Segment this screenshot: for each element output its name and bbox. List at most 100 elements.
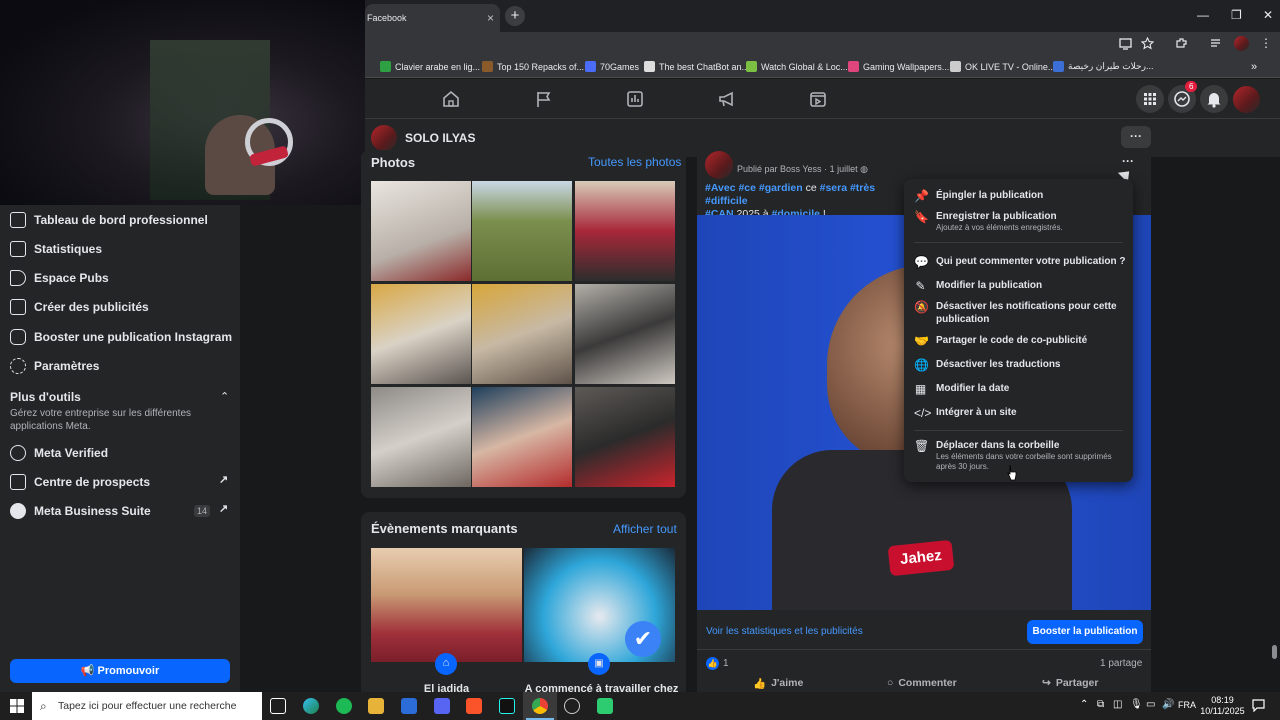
tab-close-icon[interactable]: × bbox=[487, 11, 494, 25]
sidebar-tool-business-suite[interactable]: Meta Business Suite bbox=[10, 503, 151, 519]
windows-start-icon[interactable] bbox=[10, 699, 24, 713]
boost-post-button[interactable]: Booster la publication bbox=[1027, 620, 1143, 644]
brave-icon[interactable] bbox=[466, 698, 482, 714]
file-explorer-icon[interactable] bbox=[368, 698, 384, 714]
messenger-button[interactable]: 6 bbox=[1168, 81, 1198, 113]
menu-item-mute-notifications[interactable]: 🔕 Désactiver les notifications pour cette… bbox=[914, 300, 1121, 326]
chrome-icon[interactable] bbox=[532, 698, 548, 714]
bookmark-item[interactable]: 70Games bbox=[585, 61, 639, 72]
bookmark-item[interactable]: The best ChatBot an... bbox=[644, 61, 749, 72]
sidebar-item-stats[interactable]: Statistiques bbox=[10, 241, 102, 257]
spotify-icon[interactable] bbox=[336, 698, 352, 714]
taskbar-search-box[interactable]: ⌕ Tapez ici pour effectuer une recherche bbox=[32, 692, 262, 720]
reactions-count[interactable]: 1 bbox=[723, 658, 729, 669]
clock[interactable]: 08:19 10/11/2025 bbox=[1200, 695, 1245, 717]
store-icon[interactable] bbox=[401, 698, 417, 714]
app-icon[interactable] bbox=[597, 698, 613, 714]
sidebar-item-dashboard[interactable]: Tableau de bord professionnel bbox=[10, 212, 208, 228]
photo-thumbnail[interactable] bbox=[472, 181, 572, 281]
photo-thumbnail[interactable] bbox=[575, 284, 675, 384]
megaphone-icon[interactable] bbox=[718, 90, 736, 108]
bookmark-item[interactable]: OK LIVE TV - Online... bbox=[950, 61, 1055, 72]
photo-thumbnail[interactable] bbox=[575, 181, 675, 281]
stats-icon[interactable] bbox=[626, 90, 644, 108]
tab-facebook[interactable]: Facebook × bbox=[365, 4, 500, 32]
account-avatar[interactable] bbox=[1233, 86, 1260, 113]
obs-icon[interactable] bbox=[564, 698, 580, 714]
video-icon[interactable] bbox=[809, 90, 827, 108]
volume-icon[interactable]: 🔊 bbox=[1162, 699, 1174, 710]
notifications-button[interactable] bbox=[1200, 85, 1228, 113]
menu-item-embed[interactable]: </> Intégrer à un site bbox=[914, 406, 1017, 420]
browser-menu-icon[interactable]: ⋮ bbox=[1260, 36, 1272, 50]
install-app-icon[interactable] bbox=[1119, 37, 1132, 50]
tray-icon[interactable]: ⧉ bbox=[1097, 699, 1104, 710]
bookmark-item[interactable]: Gaming Wallpapers... bbox=[848, 61, 949, 72]
restore-icon[interactable]: ❐ bbox=[1231, 8, 1242, 22]
menu-item-who-can-comment[interactable]: 💬 Qui peut commenter votre publication ? bbox=[914, 255, 1125, 269]
like-button[interactable]: 👍 J'aime bbox=[753, 677, 803, 690]
minimize-icon[interactable]: — bbox=[1197, 8, 1209, 22]
share-button[interactable]: ↪ Partager bbox=[1042, 677, 1098, 689]
post-author-avatar[interactable] bbox=[705, 151, 733, 179]
more-bookmarks-icon[interactable]: » bbox=[1251, 61, 1257, 73]
profile-avatar[interactable] bbox=[1234, 36, 1249, 51]
page-avatar[interactable] bbox=[371, 125, 397, 151]
home-icon[interactable] bbox=[442, 90, 460, 108]
sidebar-item-settings[interactable]: Paramètres bbox=[10, 358, 99, 374]
photo-thumbnail[interactable] bbox=[371, 387, 471, 487]
language-indicator[interactable]: FRA bbox=[1178, 700, 1196, 710]
bookmark-item[interactable]: Clavier arabe en lig... bbox=[380, 61, 480, 72]
external-link-icon[interactable]: ↗ bbox=[219, 502, 228, 515]
discord-icon[interactable] bbox=[434, 698, 450, 714]
see-all-photos-link[interactable]: Toutes les photos bbox=[588, 155, 681, 169]
menu-item-share-code[interactable]: 🤝 Partager le code de co-publicité bbox=[914, 334, 1087, 348]
menu-item-pin[interactable]: 📌 Épingler la publication bbox=[914, 189, 1043, 203]
event-image[interactable] bbox=[371, 548, 522, 662]
comment-button[interactable]: ○ Commenter bbox=[887, 677, 957, 689]
photo-thumbnail[interactable] bbox=[472, 284, 572, 384]
menu-item-save[interactable]: 🔖 Enregistrer la publication Ajoutez à vos… bbox=[914, 210, 1063, 233]
page-name[interactable]: SOLO ILYAS bbox=[405, 131, 475, 145]
edge-icon[interactable] bbox=[303, 698, 319, 714]
microphone-icon[interactable]: 🎙 bbox=[1130, 699, 1143, 710]
menu-item-disable-translations[interactable]: 🌐 Désactiver les traductions bbox=[914, 358, 1061, 372]
bookmark-item[interactable]: Top 150 Repacks of... bbox=[482, 61, 584, 72]
new-tab-button[interactable]: + bbox=[505, 6, 525, 26]
sidebar-item-boost-instagram[interactable]: Booster une publication Instagram bbox=[10, 329, 232, 345]
chevron-up-icon[interactable]: ⌃ bbox=[1080, 699, 1088, 710]
shares-count[interactable]: 1 partage bbox=[1100, 658, 1142, 669]
photo-thumbnail[interactable] bbox=[575, 387, 675, 487]
external-link-icon[interactable]: ↗ bbox=[219, 473, 228, 486]
sidebar-tool-meta-verified[interactable]: Meta Verified bbox=[10, 445, 108, 461]
view-stats-link[interactable]: Voir les statistiques et les publicités bbox=[706, 626, 863, 637]
scrollbar-thumb[interactable] bbox=[1272, 645, 1277, 659]
wifi-icon[interactable]: ▭ bbox=[1146, 699, 1155, 710]
photo-thumbnail[interactable] bbox=[472, 387, 572, 487]
menu-item-edit-date[interactable]: ▦ Modifier la date bbox=[914, 382, 1010, 396]
see-all-events-link[interactable]: Afficher tout bbox=[613, 522, 677, 536]
media-control-icon[interactable] bbox=[1210, 37, 1223, 50]
flag-icon[interactable] bbox=[535, 90, 553, 108]
tiktok-icon[interactable] bbox=[499, 698, 515, 714]
sidebar-item-ads-space[interactable]: Espace Pubs bbox=[10, 270, 109, 286]
bookmark-favicon-icon bbox=[644, 61, 655, 72]
close-window-icon[interactable]: ✕ bbox=[1263, 8, 1273, 22]
notification-center-icon[interactable] bbox=[1252, 699, 1265, 712]
page-more-button[interactable]: ··· bbox=[1121, 126, 1151, 148]
network-icon[interactable]: ◫ bbox=[1113, 699, 1122, 710]
apps-menu-button[interactable] bbox=[1136, 85, 1164, 113]
bookmark-star-icon[interactable] bbox=[1141, 37, 1154, 50]
sidebar-tool-leads-center[interactable]: Centre de prospects bbox=[10, 474, 150, 490]
promote-button[interactable]: 📢 Promouvoir bbox=[10, 659, 230, 683]
extensions-icon[interactable] bbox=[1175, 37, 1188, 50]
video-overlay[interactable] bbox=[0, 0, 365, 205]
menu-item-edit[interactable]: ✎ Modifier la publication bbox=[914, 279, 1042, 293]
photo-thumbnail[interactable] bbox=[371, 284, 471, 384]
photo-thumbnail[interactable] bbox=[371, 181, 471, 281]
bookmark-item[interactable]: Watch Global & Loc... bbox=[746, 61, 848, 72]
bookmark-item[interactable]: رحلات طيران رخيصة... bbox=[1053, 61, 1153, 72]
task-view-icon[interactable] bbox=[270, 698, 286, 714]
chevron-up-icon[interactable]: ⌃ bbox=[220, 390, 229, 403]
sidebar-item-create-ads[interactable]: Créer des publicités bbox=[10, 299, 149, 315]
